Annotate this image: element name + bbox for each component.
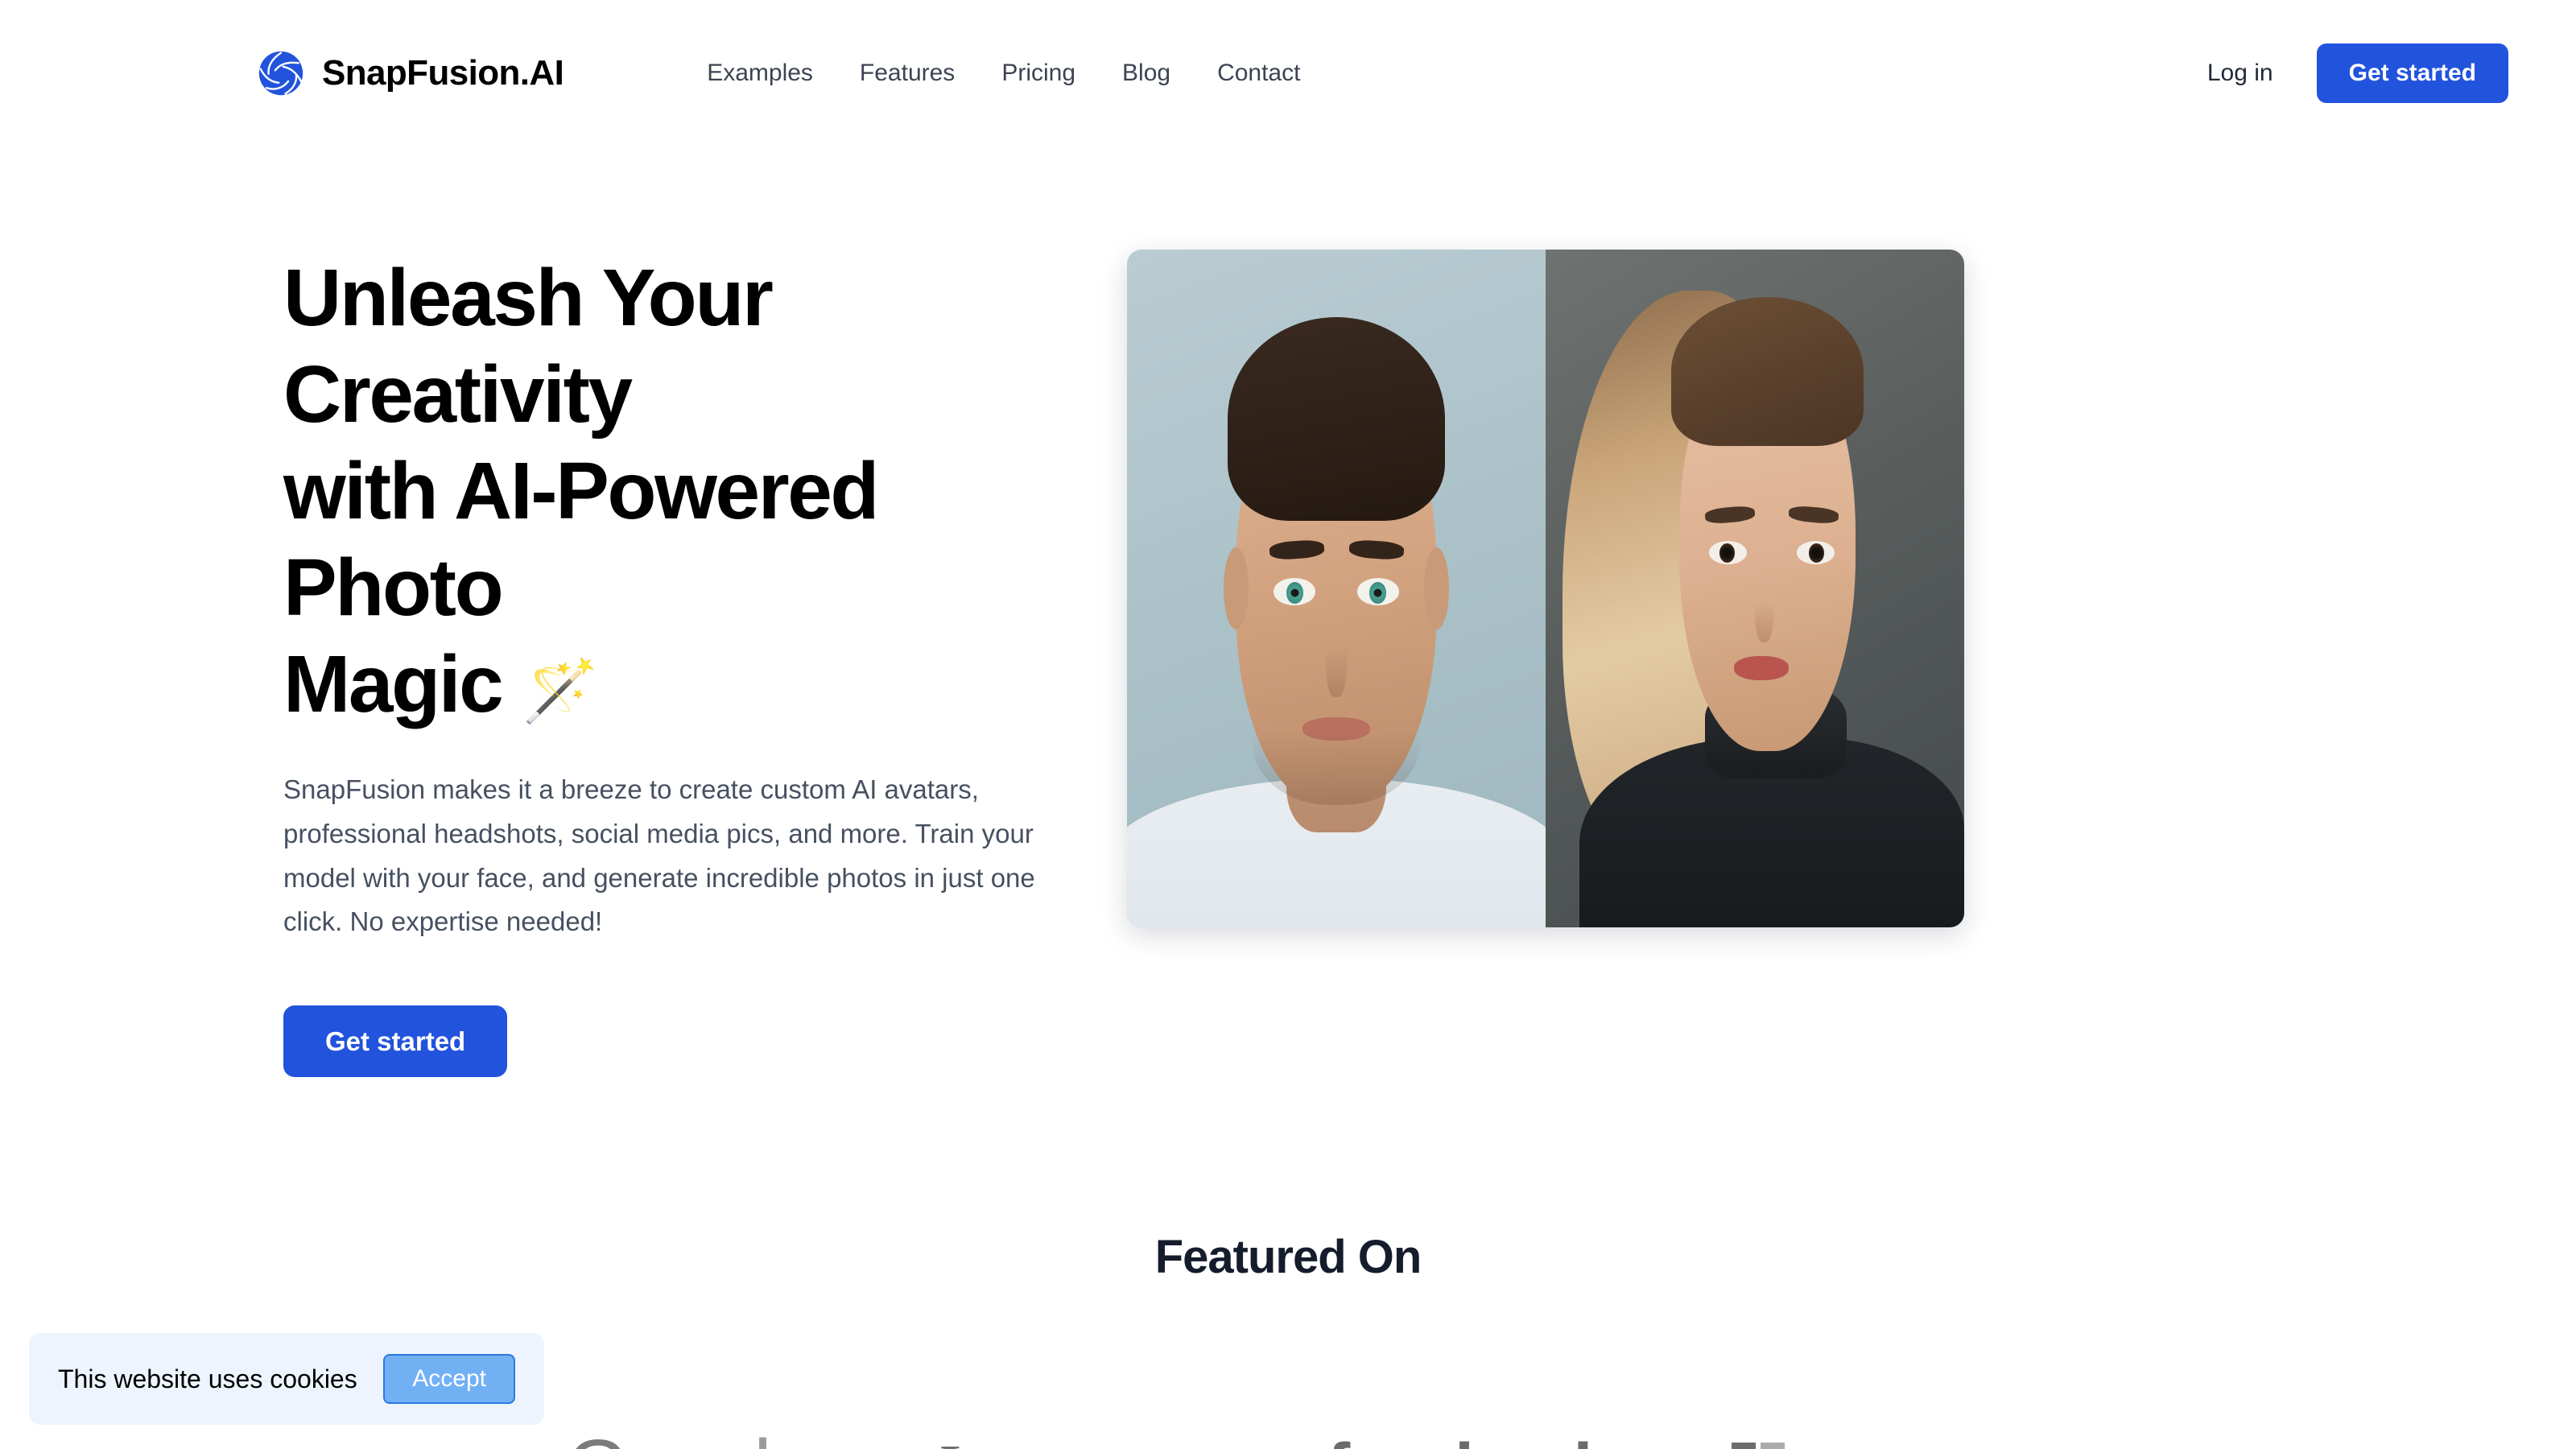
microsoft-wordmark: Microsoft xyxy=(1806,1439,2011,1449)
hero-image xyxy=(1127,250,1964,927)
google-letter-o2: o xyxy=(669,1423,714,1449)
site-header: SnapFusion.AI Examples Features Pricing … xyxy=(0,0,2576,147)
male-jaw-shadow xyxy=(1253,670,1420,806)
nav-item-examples[interactable]: Examples xyxy=(707,60,813,87)
header-actions: Log in Get started xyxy=(2207,43,2508,103)
google-letter-g2: g xyxy=(712,1423,757,1449)
portrait-female xyxy=(1546,250,1964,927)
portrait-male xyxy=(1127,250,1546,927)
featured-on-title: Featured On xyxy=(1154,1231,1422,1284)
facebook-logo[interactable]: facebook xyxy=(1327,1429,1612,1449)
female-iris-right xyxy=(1809,543,1824,563)
hero-section: Unleash Your Creativity with AI-Powered … xyxy=(0,147,2576,1078)
female-nose xyxy=(1755,575,1774,643)
female-hair-top xyxy=(1671,296,1864,447)
male-ear-right xyxy=(1424,547,1450,630)
hero-title-line-3: Magic xyxy=(283,639,504,729)
hero-subtitle: SnapFusion makes it a breeze to create c… xyxy=(283,774,1035,937)
hero-title-line-1: Unleash Your Creativity xyxy=(283,253,774,440)
female-iris-left xyxy=(1719,543,1735,563)
nav-item-blog[interactable]: Blog xyxy=(1122,60,1170,87)
google-letter-e: e xyxy=(770,1423,815,1449)
nav-item-pricing[interactable]: Pricing xyxy=(1001,60,1075,87)
hero-title: Unleash Your Creativity with AI-Powered … xyxy=(283,250,1095,733)
microsoft-square-2 xyxy=(1760,1442,1785,1449)
male-hair xyxy=(1227,317,1446,521)
nav-item-features[interactable]: Features xyxy=(860,60,955,87)
google-letter-o1: o xyxy=(627,1423,672,1449)
featured-logo-row: Google Instagram facebook Microsoft xyxy=(0,1422,2576,1449)
microsoft-logo[interactable]: Microsoft xyxy=(1731,1439,2011,1449)
hero-copy: Unleash Your Creativity with AI-Powered … xyxy=(0,250,1127,1078)
login-link[interactable]: Log in xyxy=(2207,60,2273,87)
google-letter-l: l xyxy=(753,1423,771,1449)
facebook-wordmark: facebook xyxy=(1327,1429,1612,1449)
instagram-wordmark: Instagram xyxy=(934,1430,1205,1449)
nav-item-contact[interactable]: Contact xyxy=(1217,60,1300,87)
magic-wand-icon: 🪄 xyxy=(522,657,599,725)
microsoft-squares-icon xyxy=(1731,1442,1785,1449)
hero-get-started-button[interactable]: Get started xyxy=(283,1005,508,1078)
header-get-started-button[interactable]: Get started xyxy=(2316,43,2508,103)
google-logo[interactable]: Google xyxy=(567,1422,815,1449)
camera-aperture-icon xyxy=(258,50,304,97)
male-iris-right xyxy=(1368,581,1387,604)
cookie-banner-message: This website uses cookies xyxy=(58,1364,357,1393)
female-lips xyxy=(1734,656,1789,681)
microsoft-square-1 xyxy=(1731,1442,1756,1449)
google-wordmark: Google xyxy=(567,1422,815,1449)
main-navigation: Examples Features Pricing Blog Contact xyxy=(707,60,1300,87)
brand-name: SnapFusion.AI xyxy=(322,53,564,93)
cookie-consent-banner: This website uses cookies Accept xyxy=(29,1333,544,1425)
male-ear-left xyxy=(1223,547,1249,630)
cookie-accept-button[interactable]: Accept xyxy=(383,1354,515,1404)
google-letter-g1: G xyxy=(567,1423,630,1449)
instagram-logo[interactable]: Instagram xyxy=(934,1430,1205,1449)
hero-title-line-2: with AI-Powered Photo xyxy=(283,446,880,633)
male-iris-left xyxy=(1286,581,1304,604)
brand-logo-link[interactable]: SnapFusion.AI xyxy=(258,50,564,97)
